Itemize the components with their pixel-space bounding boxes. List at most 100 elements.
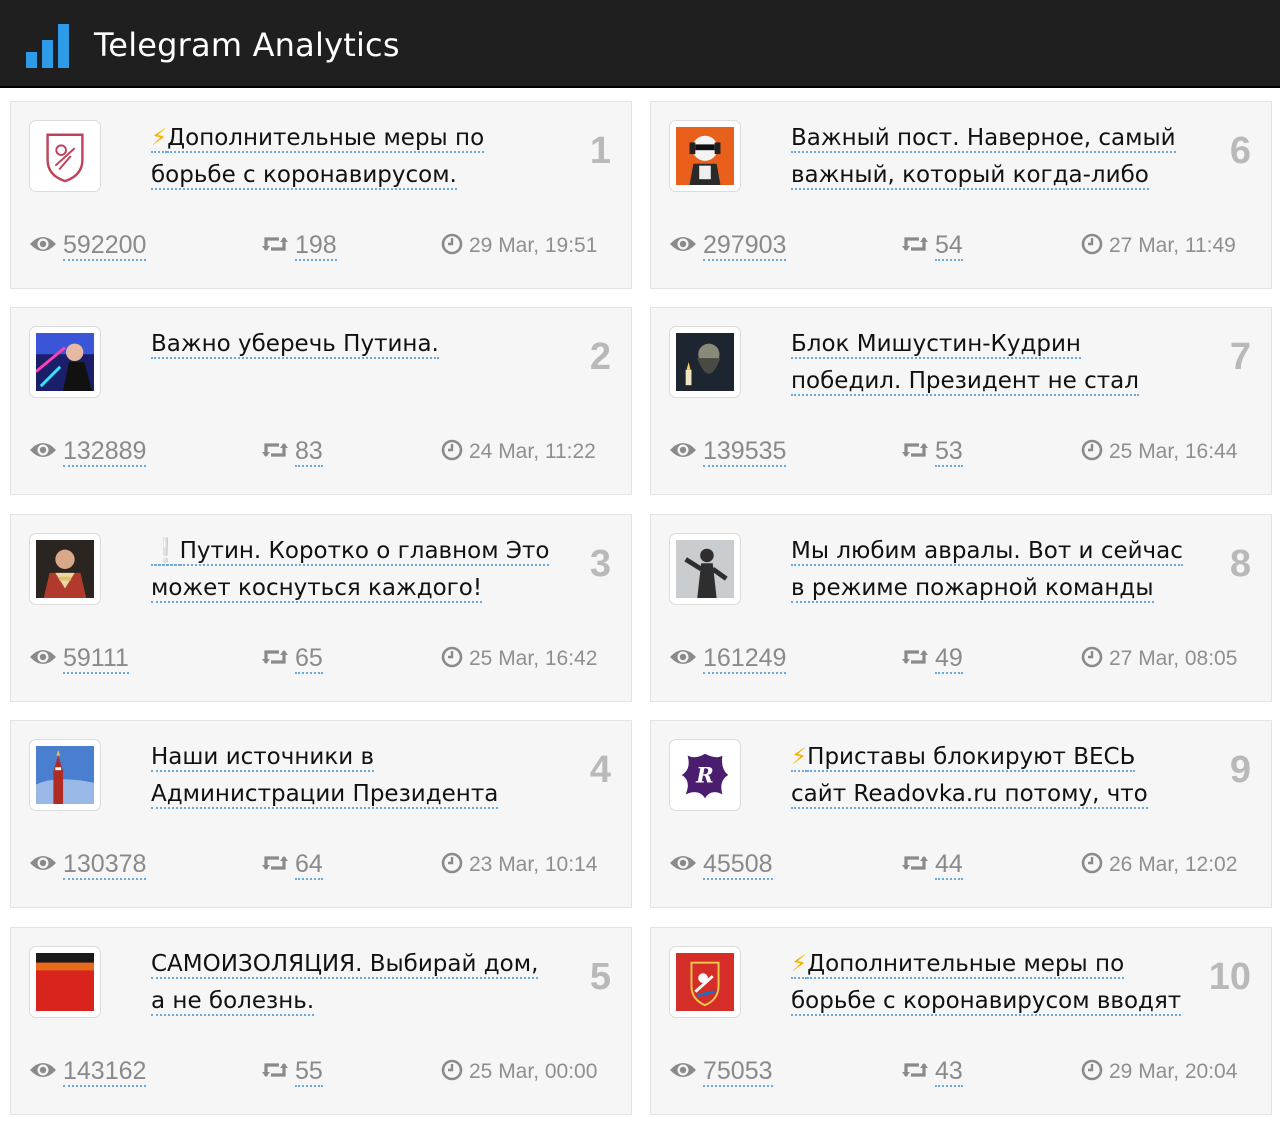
- readovka-logo-avatar: R: [676, 746, 734, 804]
- post-card[interactable]: ⚡Дополнительные меры по борьбе с коронав…: [10, 101, 632, 289]
- shares-count[interactable]: 55: [295, 1057, 323, 1087]
- channel-avatar[interactable]: [669, 946, 741, 1018]
- post-card[interactable]: Важный пост. Наверное, самый важный, кот…: [650, 101, 1272, 289]
- shares-count[interactable]: 43: [935, 1057, 963, 1087]
- post-title-link[interactable]: ⚡Дополнительные меры по борьбе с коронав…: [791, 946, 1191, 1026]
- clock-icon: [1081, 233, 1103, 260]
- views-count[interactable]: 59111: [63, 644, 129, 674]
- eye-icon: [669, 647, 697, 672]
- bearded-man-avatar: [676, 333, 734, 391]
- eye-icon: [669, 440, 697, 465]
- post-date: 25 Mar, 16:44: [1109, 440, 1238, 463]
- eye-icon: [669, 853, 697, 878]
- shares-count[interactable]: 53: [935, 437, 963, 467]
- views-stat: 592200: [29, 230, 147, 262]
- post-title-text: Дополнительные меры по борьбе с коронави…: [151, 125, 485, 190]
- post-title-link[interactable]: Мы любим авралы. Вот и сейчас в режиме п…: [791, 533, 1191, 613]
- retweet-icon: [901, 440, 929, 465]
- post-card[interactable]: ⚡Дополнительные меры по борьбе с коронав…: [650, 927, 1272, 1115]
- rank-number: 7: [1229, 336, 1251, 378]
- rank-number: 2: [589, 336, 611, 378]
- statue-avatar: [676, 540, 734, 598]
- views-stat: 161249: [669, 643, 787, 675]
- date-stat: 27 Mar, 08:05: [1081, 643, 1237, 675]
- views-count[interactable]: 592200: [63, 231, 147, 261]
- post-title-link[interactable]: ⚡Дополнительные меры по борьбе с коронав…: [151, 120, 551, 200]
- shares-count[interactable]: 198: [295, 231, 337, 261]
- views-count[interactable]: 297903: [703, 231, 787, 261]
- channel-avatar[interactable]: [29, 533, 101, 605]
- views-count[interactable]: 45508: [703, 850, 773, 880]
- shares-count[interactable]: 54: [935, 231, 963, 261]
- shares-stat: 49: [901, 643, 963, 675]
- retweet-icon: [901, 647, 929, 672]
- views-count[interactable]: 139535: [703, 437, 787, 467]
- post-card[interactable]: Важно уберечь Путина. 2 132889 83 24 Mar, 11…: [10, 307, 632, 495]
- views-count[interactable]: 132889: [63, 437, 147, 467]
- top-bar: Telegram Analytics: [0, 0, 1280, 88]
- channel-avatar[interactable]: [669, 326, 741, 398]
- post-title-link[interactable]: Блок Мишустин-Кудрин победил. Президент …: [791, 326, 1191, 406]
- shares-count[interactable]: 83: [295, 437, 323, 467]
- shares-stat: 43: [901, 1056, 963, 1088]
- clock-icon: [1081, 439, 1103, 466]
- views-count[interactable]: 75053: [703, 1057, 773, 1087]
- post-title-link[interactable]: ⚡Приставы блокируют ВЕСЬ сайт Readovka.r…: [791, 739, 1191, 819]
- date-stat: 29 Mar, 20:04: [1081, 1056, 1237, 1088]
- post-card[interactable]: САМОИЗОЛЯЦИЯ. Выбирай дом, а не болезнь.…: [10, 927, 632, 1115]
- channel-avatar[interactable]: [29, 946, 101, 1018]
- channel-avatar[interactable]: [29, 326, 101, 398]
- eye-icon: [29, 234, 57, 259]
- post-title-link[interactable]: Важный пост. Наверное, самый важный, кот…: [791, 120, 1191, 200]
- views-count[interactable]: 143162: [63, 1057, 147, 1087]
- views-count[interactable]: 130378: [63, 850, 147, 880]
- shares-count[interactable]: 44: [935, 850, 963, 880]
- post-title-link[interactable]: ❕Путин. Коротко о главном Это может косн…: [151, 533, 551, 613]
- date-stat: 29 Mar, 19:51: [441, 230, 597, 262]
- shares-count[interactable]: 65: [295, 644, 323, 674]
- post-title-text: САМОИЗОЛЯЦИЯ. Выбирай дом, а не болезнь.: [151, 951, 539, 1016]
- shares-stat: 53: [901, 436, 963, 468]
- retweet-icon: [261, 440, 289, 465]
- date-stat: 25 Mar, 00:00: [441, 1056, 597, 1088]
- eye-icon: [669, 1060, 697, 1085]
- svg-text:R: R: [695, 764, 714, 789]
- post-date: 27 Mar, 11:49: [1109, 234, 1236, 257]
- kremlin-tower-avatar: [36, 746, 94, 804]
- views-count[interactable]: 161249: [703, 644, 787, 674]
- post-title-link[interactable]: Важно уберечь Путина.: [151, 326, 551, 406]
- post-date: 24 Mar, 11:22: [469, 440, 596, 463]
- lightning-icon: ⚡: [151, 125, 168, 153]
- post-title-text: Важно уберечь Путина.: [151, 331, 439, 359]
- post-card[interactable]: Наши источники в Администрации Президент…: [10, 720, 632, 908]
- channel-avatar[interactable]: [669, 533, 741, 605]
- stormtrooper-avatar: [676, 127, 734, 185]
- channel-avatar[interactable]: [669, 120, 741, 192]
- views-stat: 297903: [669, 230, 787, 262]
- analytics-logo-icon: [26, 24, 69, 68]
- channel-avatar[interactable]: R: [669, 739, 741, 811]
- post-card[interactable]: R ⚡Приставы блокируют ВЕСЬ сайт Readovka.…: [650, 720, 1272, 908]
- moscow-region-emblem-avatar: [676, 953, 734, 1011]
- clock-icon: [441, 646, 463, 673]
- shares-count[interactable]: 49: [935, 644, 963, 674]
- channel-avatar[interactable]: [29, 739, 101, 811]
- post-card[interactable]: ❕Путин. Коротко о главном Это может косн…: [10, 514, 632, 702]
- date-stat: 24 Mar, 11:22: [441, 436, 596, 468]
- channel-avatar[interactable]: [29, 120, 101, 192]
- shares-stat: 54: [901, 230, 963, 262]
- post-title-link[interactable]: Наши источники в Администрации Президент…: [151, 739, 551, 819]
- post-card[interactable]: Мы любим авралы. Вот и сейчас в режиме п…: [650, 514, 1272, 702]
- singer-avatar: [36, 333, 94, 391]
- post-title-link[interactable]: САМОИЗОЛЯЦИЯ. Выбирай дом, а не болезнь.: [151, 946, 551, 1026]
- post-card[interactable]: Блок Мишустин-Кудрин победил. Президент …: [650, 307, 1272, 495]
- views-stat: 139535: [669, 436, 787, 468]
- shares-count[interactable]: 64: [295, 850, 323, 880]
- eye-icon: [669, 234, 697, 259]
- rank-number: 10: [1208, 956, 1251, 998]
- post-title-text: Дополнительные меры по борьбе с коронави…: [791, 951, 1182, 1026]
- date-stat: 27 Mar, 11:49: [1081, 230, 1236, 262]
- views-stat: 45508: [669, 849, 773, 881]
- date-stat: 25 Mar, 16:44: [1081, 436, 1237, 468]
- shares-stat: 198: [261, 230, 337, 262]
